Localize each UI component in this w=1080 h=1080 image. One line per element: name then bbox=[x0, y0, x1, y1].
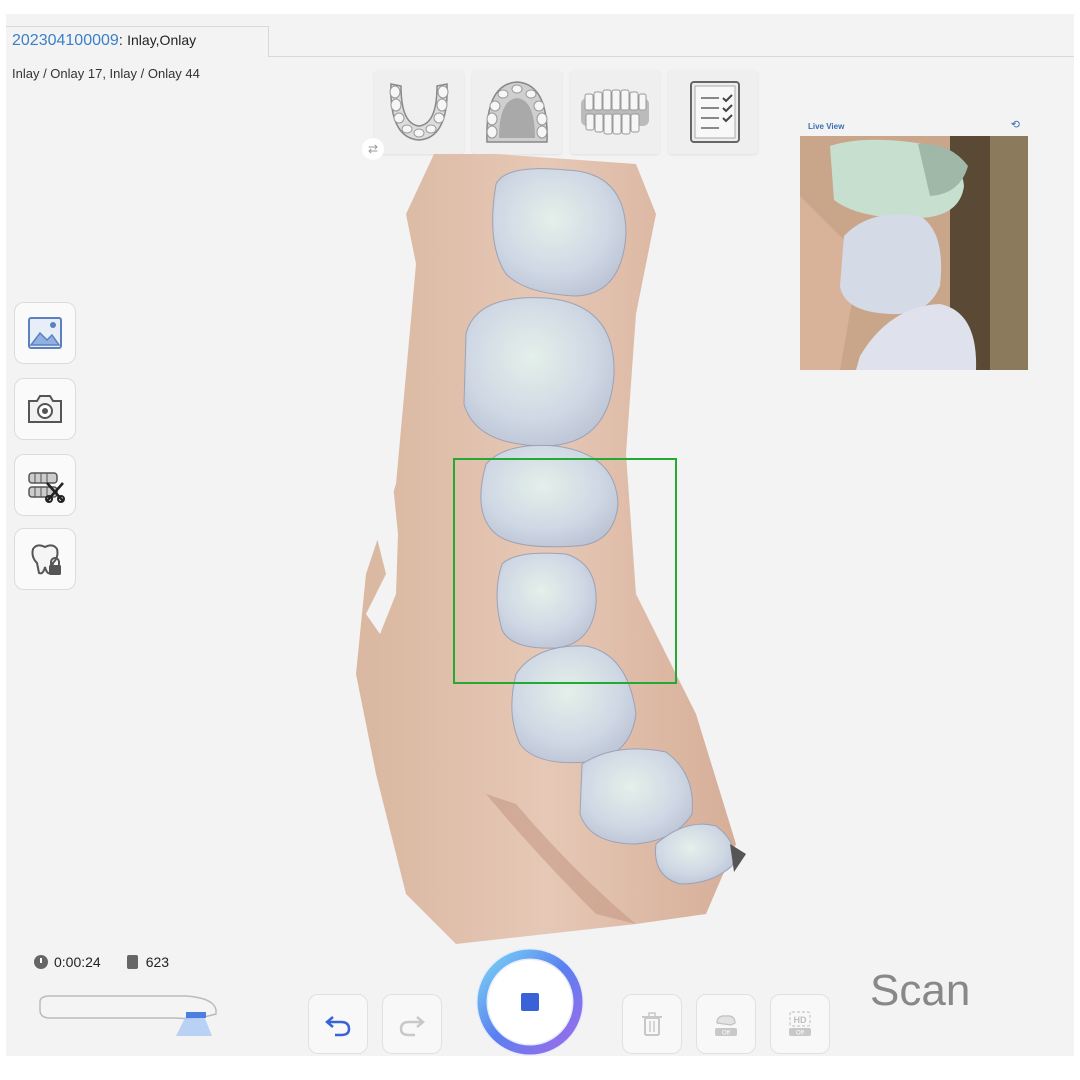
case-title: 202304100009: Inlay,Onlay bbox=[12, 32, 196, 50]
stop-scan-button[interactable] bbox=[472, 944, 588, 1056]
stop-icon bbox=[521, 993, 539, 1011]
image-tool-button[interactable] bbox=[14, 302, 76, 364]
redo-icon bbox=[399, 1016, 425, 1037]
scanner-wand-icon bbox=[39, 995, 217, 1036]
elapsed-time: 0:00:24 bbox=[54, 954, 101, 970]
checklist-view-button[interactable] bbox=[668, 70, 758, 154]
trim-tool-button[interactable] bbox=[14, 454, 76, 516]
jaw-cut-icon bbox=[28, 472, 65, 503]
case-id[interactable]: 202304100009 bbox=[12, 32, 119, 49]
scan-app-window: 202304100009: Inlay,Onlay Inlay / Onlay … bbox=[6, 14, 1074, 1056]
undo-icon bbox=[325, 1016, 351, 1037]
scan-region-frame bbox=[453, 458, 677, 684]
undo-button[interactable] bbox=[308, 994, 368, 1054]
bite-icon bbox=[581, 89, 649, 135]
checklist-icon bbox=[690, 81, 740, 143]
tooth-lock-icon bbox=[31, 544, 61, 575]
clock-icon bbox=[34, 955, 48, 969]
hd-mode-toggle[interactable]: HD Off bbox=[770, 994, 830, 1054]
tooth-filter-icon: Off bbox=[715, 1015, 737, 1037]
frame-count: 623 bbox=[145, 954, 170, 970]
lower-jaw-icon bbox=[486, 81, 548, 143]
case-separator: : bbox=[118, 32, 128, 49]
scan-mode-label: Scan bbox=[870, 966, 971, 1015]
camera-icon bbox=[28, 395, 62, 423]
live-camera-feed bbox=[800, 136, 1028, 370]
delete-button[interactable] bbox=[622, 994, 682, 1054]
upper-jaw-view-button[interactable] bbox=[374, 70, 464, 154]
bite-view-button[interactable] bbox=[570, 70, 660, 154]
live-view-panel: Live View ⟲ bbox=[800, 118, 1028, 370]
lower-jaw-view-button[interactable] bbox=[472, 70, 562, 154]
upper-jaw-icon bbox=[389, 83, 449, 141]
lock-tool-button[interactable] bbox=[14, 528, 76, 590]
redo-button[interactable] bbox=[382, 994, 442, 1054]
image-icon bbox=[28, 317, 62, 349]
filter-off-badge: Off bbox=[722, 1031, 730, 1037]
frames-icon bbox=[126, 955, 138, 969]
case-type: Inlay,Onlay bbox=[127, 32, 197, 48]
scan-status: 0:00:24 623 bbox=[34, 954, 169, 970]
refresh-icon[interactable]: ⟲ bbox=[1011, 118, 1020, 131]
capture-tool-button[interactable] bbox=[14, 378, 76, 440]
live-view-label: Live View bbox=[808, 122, 845, 131]
hd-badge: HD bbox=[794, 1015, 807, 1025]
hd-icon: HD Off bbox=[789, 1011, 811, 1037]
ai-filter-toggle[interactable]: Off bbox=[696, 994, 756, 1054]
teeth-info: Inlay / Onlay 17, Inlay / Onlay 44 bbox=[12, 66, 200, 81]
trash-icon bbox=[642, 1012, 662, 1036]
hd-off-badge: Off bbox=[796, 1031, 804, 1037]
